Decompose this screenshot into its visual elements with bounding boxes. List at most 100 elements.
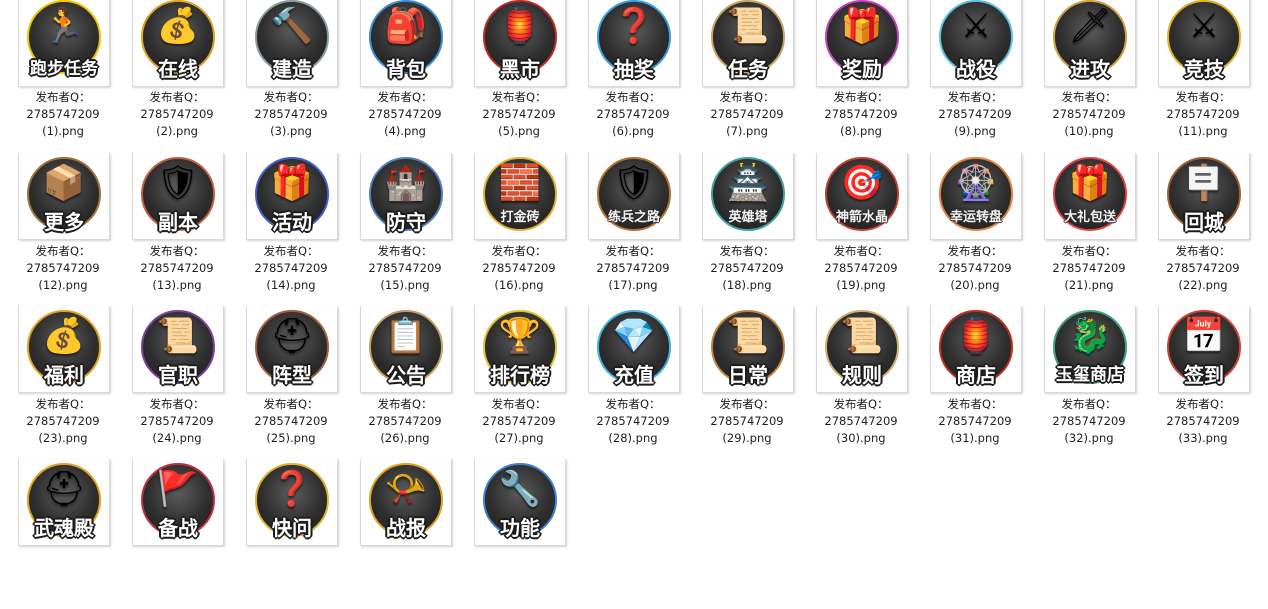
- file-item[interactable]: 📜 任务 发布者Q： 2785747209 (7).png: [700, 0, 796, 150]
- file-thumbnail[interactable]: ❓ 快问: [246, 459, 338, 546]
- file-item[interactable]: 💎 充值 发布者Q： 2785747209 (28).png: [586, 306, 682, 456]
- file-thumbnail[interactable]: 🏮 黑市: [474, 0, 566, 87]
- file-thumbnail[interactable]: ⚔ 战役: [930, 0, 1022, 87]
- file-thumbnail[interactable]: 🪧 回城: [1158, 153, 1250, 240]
- file-item[interactable]: ❓ 快问: [244, 459, 340, 609]
- file-thumbnail[interactable]: 📦 更多: [18, 153, 110, 240]
- file-thumbnail[interactable]: 💰 福利: [18, 306, 110, 393]
- file-name[interactable]: 发布者Q： 2785747209 (32).png: [1034, 396, 1144, 447]
- file-thumbnail[interactable]: 🏮 商店: [930, 306, 1022, 393]
- file-thumbnail[interactable]: 🎯 神箭水晶: [816, 153, 908, 240]
- file-name[interactable]: 发布者Q： 2785747209 (26).png: [350, 396, 460, 447]
- file-thumbnail[interactable]: 🎁 奖励: [816, 0, 908, 87]
- file-item[interactable]: 🏯 英雄塔 发布者Q： 2785747209 (18).png: [700, 153, 796, 303]
- file-name[interactable]: 发布者Q： 2785747209 (17).png: [578, 243, 688, 294]
- file-name[interactable]: 发布者Q： 2785747209 (10).png: [1034, 89, 1144, 140]
- file-name[interactable]: 发布者Q： 2785747209 (18).png: [692, 243, 802, 294]
- file-thumbnail[interactable]: 🎒 背包: [360, 0, 452, 87]
- file-thumbnail[interactable]: 📯 战报: [360, 459, 452, 546]
- file-name[interactable]: 发布者Q： 2785747209 (23).png: [8, 396, 118, 447]
- file-item[interactable]: 🗡 进攻 发布者Q： 2785747209 (10).png: [1042, 0, 1138, 150]
- file-name[interactable]: 发布者Q： 2785747209 (14).png: [236, 243, 346, 294]
- file-name[interactable]: 发布者Q： 2785747209 (27).png: [464, 396, 574, 447]
- file-item[interactable]: ⛑ 阵型 发布者Q： 2785747209 (25).png: [244, 306, 340, 456]
- file-name[interactable]: 发布者Q： 2785747209 (4).png: [350, 89, 460, 140]
- file-thumbnail[interactable]: 📜 规则: [816, 306, 908, 393]
- file-name[interactable]: 发布者Q： 2785747209 (30).png: [806, 396, 916, 447]
- file-name[interactable]: 发布者Q： 2785747209 (29).png: [692, 396, 802, 447]
- file-thumbnail[interactable]: 💰 在线: [132, 0, 224, 87]
- file-thumbnail[interactable]: 🐉 玉玺商店: [1044, 306, 1136, 393]
- file-thumbnail[interactable]: 🎁 大礼包送: [1044, 153, 1136, 240]
- file-name[interactable]: 发布者Q： 2785747209 (31).png: [920, 396, 1030, 447]
- file-name[interactable]: 发布者Q： 2785747209 (11).png: [1148, 89, 1258, 140]
- file-thumbnail[interactable]: 🏆 排行榜: [474, 306, 566, 393]
- file-item[interactable]: 🛡 练兵之路 发布者Q： 2785747209 (17).png: [586, 153, 682, 303]
- file-item[interactable]: 🏃 跑步任务 发布者Q： 2785747209 (1).png: [16, 0, 112, 150]
- file-item[interactable]: 🏆 排行榜 发布者Q： 2785747209 (27).png: [472, 306, 568, 456]
- file-name[interactable]: 发布者Q： 2785747209 (6).png: [578, 89, 688, 140]
- file-item[interactable]: 🚩 备战: [130, 459, 226, 609]
- file-name[interactable]: 发布者Q： 2785747209 (25).png: [236, 396, 346, 447]
- file-name[interactable]: 发布者Q： 2785747209 (22).png: [1148, 243, 1258, 294]
- file-item[interactable]: 🏮 黑市 发布者Q： 2785747209 (5).png: [472, 0, 568, 150]
- file-item[interactable]: 🐉 玉玺商店 发布者Q： 2785747209 (32).png: [1042, 306, 1138, 456]
- file-item[interactable]: 📋 公告 发布者Q： 2785747209 (26).png: [358, 306, 454, 456]
- file-item[interactable]: 🔨 建造 发布者Q： 2785747209 (3).png: [244, 0, 340, 150]
- file-thumbnail[interactable]: ⛑ 阵型: [246, 306, 338, 393]
- file-thumbnail[interactable]: 🏯 英雄塔: [702, 153, 794, 240]
- file-name[interactable]: 发布者Q： 2785747209 (15).png: [350, 243, 460, 294]
- file-item[interactable]: 📦 更多 发布者Q： 2785747209 (12).png: [16, 153, 112, 303]
- file-thumbnail[interactable]: 📋 公告: [360, 306, 452, 393]
- file-name[interactable]: 发布者Q： 2785747209 (12).png: [8, 243, 118, 294]
- file-name[interactable]: 发布者Q： 2785747209 (2).png: [122, 89, 232, 140]
- file-item[interactable]: ⚔ 竞技 发布者Q： 2785747209 (11).png: [1156, 0, 1252, 150]
- file-thumbnail[interactable]: ⚔ 竞技: [1158, 0, 1250, 87]
- file-item[interactable]: 📯 战报: [358, 459, 454, 609]
- file-item[interactable]: ⛑ 武魂殿: [16, 459, 112, 609]
- file-item[interactable]: 🏮 商店 发布者Q： 2785747209 (31).png: [928, 306, 1024, 456]
- file-thumbnail[interactable]: 🏰 防守: [360, 153, 452, 240]
- file-item[interactable]: 🔧 功能: [472, 459, 568, 609]
- file-thumbnail[interactable]: 🔨 建造: [246, 0, 338, 87]
- file-thumbnail[interactable]: 🎡 幸运转盘: [930, 153, 1022, 240]
- file-item[interactable]: 🪧 回城 发布者Q： 2785747209 (22).png: [1156, 153, 1252, 303]
- file-item[interactable]: ❓ 抽奖 发布者Q： 2785747209 (6).png: [586, 0, 682, 150]
- file-item[interactable]: 💰 在线 发布者Q： 2785747209 (2).png: [130, 0, 226, 150]
- file-item[interactable]: 🎁 活动 发布者Q： 2785747209 (14).png: [244, 153, 340, 303]
- file-item[interactable]: 📜 日常 发布者Q： 2785747209 (29).png: [700, 306, 796, 456]
- file-name[interactable]: 发布者Q： 2785747209 (24).png: [122, 396, 232, 447]
- file-thumbnail[interactable]: 📜 任务: [702, 0, 794, 87]
- file-item[interactable]: 🎁 奖励 发布者Q： 2785747209 (8).png: [814, 0, 910, 150]
- file-item[interactable]: 🎯 神箭水晶 发布者Q： 2785747209 (19).png: [814, 153, 910, 303]
- file-item[interactable]: 💰 福利 发布者Q： 2785747209 (23).png: [16, 306, 112, 456]
- file-name[interactable]: 发布者Q： 2785747209 (33).png: [1148, 396, 1258, 447]
- file-name[interactable]: 发布者Q： 2785747209 (3).png: [236, 89, 346, 140]
- file-name[interactable]: 发布者Q： 2785747209 (20).png: [920, 243, 1030, 294]
- file-thumbnail[interactable]: 💎 充值: [588, 306, 680, 393]
- file-item[interactable]: 📜 官职 发布者Q： 2785747209 (24).png: [130, 306, 226, 456]
- file-name[interactable]: 发布者Q： 2785747209 (19).png: [806, 243, 916, 294]
- file-thumbnail[interactable]: 📜 日常: [702, 306, 794, 393]
- file-item[interactable]: 🛡 副本 发布者Q： 2785747209 (13).png: [130, 153, 226, 303]
- file-item[interactable]: 🎁 大礼包送 发布者Q： 2785747209 (21).png: [1042, 153, 1138, 303]
- file-name[interactable]: 发布者Q： 2785747209 (1).png: [8, 89, 118, 140]
- file-thumbnail[interactable]: 🧱 打金砖: [474, 153, 566, 240]
- file-name[interactable]: 发布者Q： 2785747209 (16).png: [464, 243, 574, 294]
- file-name[interactable]: 发布者Q： 2785747209 (28).png: [578, 396, 688, 447]
- file-name[interactable]: 发布者Q： 2785747209 (21).png: [1034, 243, 1144, 294]
- file-thumbnail[interactable]: ❓ 抽奖: [588, 0, 680, 87]
- file-thumbnail[interactable]: ⛑ 武魂殿: [18, 459, 110, 546]
- file-thumbnail[interactable]: 🛡 练兵之路: [588, 153, 680, 240]
- file-thumbnail[interactable]: 🗡 进攻: [1044, 0, 1136, 87]
- file-name[interactable]: 发布者Q： 2785747209 (5).png: [464, 89, 574, 140]
- file-name[interactable]: 发布者Q： 2785747209 (9).png: [920, 89, 1030, 140]
- file-thumbnail[interactable]: 📅 签到: [1158, 306, 1250, 393]
- file-item[interactable]: 🧱 打金砖 发布者Q： 2785747209 (16).png: [472, 153, 568, 303]
- file-name[interactable]: 发布者Q： 2785747209 (13).png: [122, 243, 232, 294]
- file-item[interactable]: 🎒 背包 发布者Q： 2785747209 (4).png: [358, 0, 454, 150]
- file-thumbnail[interactable]: 🏃 跑步任务: [18, 0, 110, 87]
- file-item[interactable]: 🏰 防守 发布者Q： 2785747209 (15).png: [358, 153, 454, 303]
- file-thumbnail[interactable]: 🔧 功能: [474, 459, 566, 546]
- file-name[interactable]: 发布者Q： 2785747209 (8).png: [806, 89, 916, 140]
